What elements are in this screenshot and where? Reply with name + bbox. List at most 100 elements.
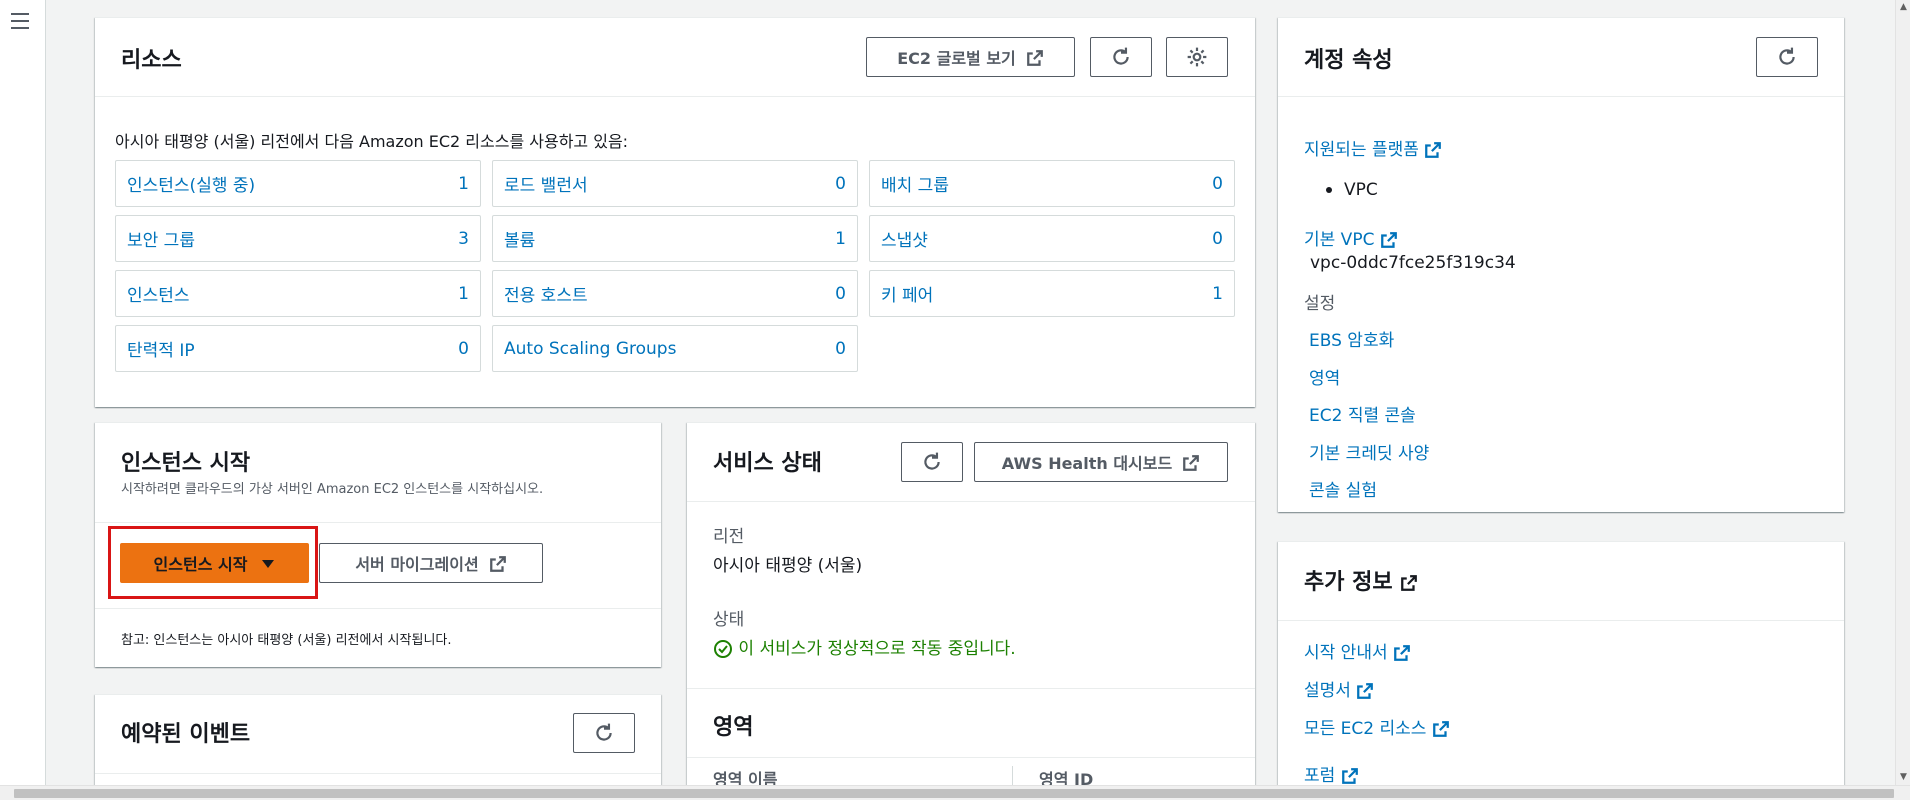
refresh-icon — [1776, 46, 1798, 68]
account-title: 계정 속성 — [1304, 48, 1393, 73]
settings-label: 설정 — [1304, 294, 1336, 314]
resource-name: Auto Scaling Groups — [504, 338, 677, 359]
resource-name: 스냅샷 — [881, 231, 928, 251]
service-health-title: 서비스 상태 — [713, 451, 822, 476]
supported-platforms-label: 지원되는 플랫폼 — [1304, 140, 1419, 160]
resource-count: 0 — [1212, 228, 1223, 249]
all-ec2-resources-link[interactable]: 모든 EC2 리소스 — [1304, 714, 1450, 739]
supported-platforms-link[interactable]: 지원되는 플랫폼 — [1304, 140, 1442, 160]
resource-item[interactable]: 키 페어 1 — [869, 270, 1235, 317]
resource-name: 전용 호스트 — [504, 286, 588, 306]
more-info-panel: 추가 정보 시작 안내서 설명서 모든 EC2 리소스 포럼 — [1278, 541, 1844, 786]
resources-header: 리소스 EC2 글로벌 보기 — [95, 18, 1255, 97]
vpc-id: vpc-0ddc7fce25f319c34 — [1310, 253, 1516, 273]
menu-icon[interactable] — [9, 10, 31, 32]
documentation-label: 설명서 — [1304, 681, 1351, 701]
service-health-refresh-button[interactable] — [901, 442, 963, 482]
zones-section: 영역 영역 이름 영역 ID — [687, 688, 1255, 787]
gear-icon — [1186, 46, 1208, 68]
scheduled-events-panel: 예약된 이벤트 — [95, 694, 661, 785]
resources-title: 리소스 — [121, 48, 182, 73]
resource-name: 인스턴스 — [127, 286, 190, 306]
resource-count: 0 — [835, 283, 846, 304]
resource-item[interactable]: 전용 호스트 0 — [492, 270, 858, 317]
aws-health-dashboard-button[interactable]: AWS Health 대시보드 — [974, 442, 1228, 482]
zones-link[interactable]: 영역 — [1309, 369, 1340, 389]
more-info-header: 추가 정보 — [1278, 542, 1844, 621]
forum-link[interactable]: 포럼 — [1304, 761, 1359, 786]
side-navigation — [0, 0, 46, 785]
resource-name: 키 페어 — [881, 286, 934, 306]
more-info-label: 추가 정보 — [1304, 570, 1393, 595]
bullet-icon — [1326, 187, 1332, 193]
resources-intro: 아시아 태평양 (서울) 리전에서 다음 Amazon EC2 리소스를 사용하… — [115, 132, 629, 151]
external-link-icon — [1026, 47, 1044, 67]
ebs-encryption-link[interactable]: EBS 암호화 — [1309, 331, 1394, 351]
status-text: 이 서비스가 정상적으로 작동 중입니다. — [738, 639, 1016, 659]
refresh-icon — [921, 451, 943, 473]
zone-id-header: 영역 ID — [1039, 770, 1094, 787]
launch-subtitle: 시작하려면 클라우드의 가상 서버인 Amazon EC2 인스턴스를 시작하십… — [121, 482, 544, 497]
resource-count: 3 — [458, 228, 469, 249]
scroll-up-icon[interactable]: ▲ — [1896, 0, 1910, 15]
events-refresh-button[interactable] — [573, 713, 635, 753]
ec2-serial-console-link[interactable]: EC2 직렬 콘솔 — [1309, 406, 1416, 426]
external-link-icon — [1432, 719, 1450, 739]
service-health-header: 서비스 상태 AWS Health 대시보드 — [687, 423, 1255, 502]
default-vpc-link[interactable]: 기본 VPC — [1304, 230, 1398, 250]
resource-item[interactable]: 인스턴스 1 — [115, 270, 481, 317]
resource-item[interactable]: 탄력적 IP 0 — [115, 325, 481, 372]
account-refresh-button[interactable] — [1756, 37, 1818, 77]
resource-item[interactable]: 볼륨 1 — [492, 215, 858, 262]
service-health-panel: 서비스 상태 AWS Health 대시보드 리전 아시아 태평양 (서울) 상… — [687, 422, 1255, 787]
events-header: 예약된 이벤트 — [95, 695, 661, 774]
check-circle-icon — [713, 639, 733, 659]
status-label: 상태 — [713, 610, 745, 630]
account-attributes-panel: 계정 속성 지원되는 플랫폼 VPC 기본 VPC vpc-0ddc7fce25… — [1278, 17, 1844, 512]
ec2-global-view-label: EC2 글로벌 보기 — [897, 49, 1016, 68]
more-info-title[interactable]: 추가 정보 — [1304, 564, 1418, 596]
resource-item[interactable]: 인스턴스(실행 중) 1 — [115, 160, 481, 207]
resource-item[interactable]: 배치 그룹 0 — [869, 160, 1235, 207]
resource-name: 보안 그룹 — [127, 231, 195, 251]
resource-count: 1 — [458, 283, 469, 304]
resources-panel: 리소스 EC2 글로벌 보기 아시아 태평양 (서울) 리전에서 다음 Amaz… — [95, 17, 1255, 407]
launch-header: 인스턴스 시작 시작하려면 클라우드의 가상 서버인 Amazon EC2 인스… — [95, 423, 661, 523]
external-link-icon — [1380, 230, 1398, 250]
resource-item[interactable]: Auto Scaling Groups 0 — [492, 325, 858, 372]
external-link-icon — [1182, 452, 1200, 472]
horizontal-scroll-thumb[interactable] — [14, 789, 1894, 798]
refresh-icon — [593, 722, 615, 744]
resources-settings-button[interactable] — [1166, 37, 1228, 77]
resource-name: 로드 밸런서 — [504, 176, 588, 196]
resource-name: 인스턴스(실행 중) — [127, 176, 256, 196]
resource-item[interactable]: 로드 밸런서 0 — [492, 160, 858, 207]
server-migration-label: 서버 마이그레이션 — [355, 555, 479, 574]
resource-count: 0 — [835, 173, 846, 194]
region-value: 아시아 태평양 (서울) — [713, 556, 863, 576]
all-ec2-resources-label: 모든 EC2 리소스 — [1304, 719, 1427, 739]
console-experiments-link[interactable]: 콘솔 실험 — [1309, 481, 1377, 501]
horizontal-scrollbar[interactable] — [0, 785, 1910, 800]
vertical-scrollbar[interactable]: ▲ ▼ — [1895, 0, 1910, 785]
resource-count: 0 — [1212, 173, 1223, 194]
default-vpc-label: 기본 VPC — [1304, 230, 1375, 250]
getting-started-link[interactable]: 시작 안내서 — [1304, 638, 1411, 663]
ec2-global-view-button[interactable]: EC2 글로벌 보기 — [866, 37, 1075, 77]
resources-grid: 인스턴스(실행 중) 1 로드 밸런서 0 배치 그룹 0 보안 그룹 3 볼륨 1 스냅… — [115, 160, 1237, 372]
external-link-icon — [1400, 570, 1418, 595]
external-link-icon — [1393, 643, 1411, 663]
documentation-link[interactable]: 설명서 — [1304, 676, 1374, 701]
server-migration-button[interactable]: 서버 마이그레이션 — [319, 543, 543, 583]
resource-item[interactable]: 스냅샷 0 — [869, 215, 1235, 262]
zone-column-divider — [1012, 766, 1013, 787]
resource-name: 탄력적 IP — [127, 341, 195, 361]
resource-name: 볼륨 — [504, 231, 536, 251]
resource-item[interactable]: 보안 그룹 3 — [115, 215, 481, 262]
aws-health-dashboard-label: AWS Health 대시보드 — [1001, 454, 1173, 473]
scroll-down-icon[interactable]: ▼ — [1896, 770, 1910, 785]
default-credit-spec-link[interactable]: 기본 크레딧 사양 — [1309, 444, 1429, 464]
resources-refresh-button[interactable] — [1090, 37, 1152, 77]
zones-table-header: 영역 이름 영역 ID — [687, 757, 1255, 787]
external-link-icon — [1341, 766, 1359, 786]
